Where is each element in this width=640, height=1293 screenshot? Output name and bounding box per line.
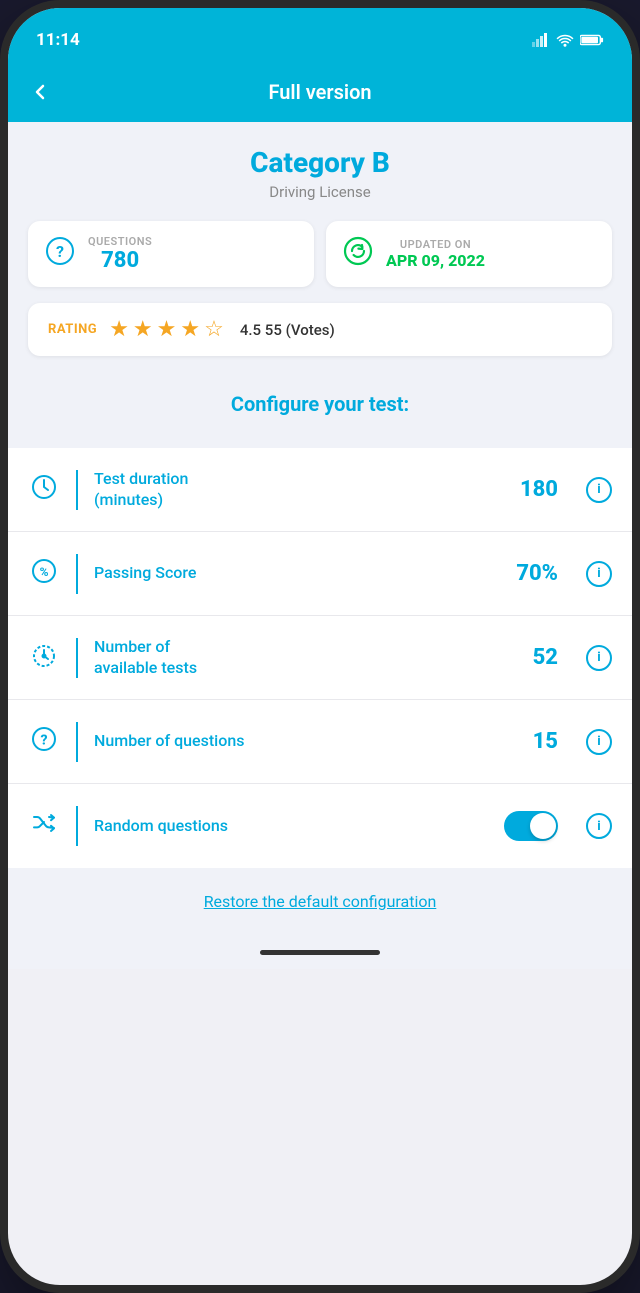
restore-section: Restore the default configuration <box>8 868 632 935</box>
test-duration-item: Test duration(minutes) 180 i <box>8 448 632 532</box>
star-1: ★ <box>109 317 129 342</box>
updated-card: UPDATED ON APR 09, 2022 <box>326 221 612 287</box>
category-title: Category B <box>28 146 612 179</box>
home-bar <box>260 950 380 955</box>
timer-icon <box>28 641 60 675</box>
random-questions-info-button[interactable]: i <box>586 813 612 839</box>
rating-card: RATING ★ ★ ★ ★ ☆ 4.5 55 (Votes) <box>28 303 612 356</box>
question-circle-icon: ? <box>44 235 76 273</box>
svg-text:?: ? <box>56 242 64 261</box>
category-subtitle: Driving License <box>28 183 612 201</box>
passing-score-value: 70% <box>516 561 558 586</box>
test-duration-info-button[interactable]: i <box>586 477 612 503</box>
app-header: Full version <box>8 62 632 122</box>
passing-score-info-button[interactable]: i <box>586 561 612 587</box>
num-questions-info-button[interactable]: i <box>586 729 612 755</box>
rating-label: RATING <box>48 322 97 337</box>
status-bar: 11:14 <box>8 8 632 62</box>
updated-value: APR 09, 2022 <box>386 251 485 270</box>
restore-link[interactable]: Restore the default configuration <box>204 892 437 911</box>
questions-card: ? QUESTIONS 780 <box>28 221 314 287</box>
questions-value: 780 <box>88 248 152 273</box>
wifi-icon <box>556 33 574 47</box>
svg-text:%: % <box>40 565 49 579</box>
star-2: ★ <box>133 317 153 342</box>
available-tests-label: Number ofavailable tests <box>94 637 517 679</box>
passing-score-item: % Passing Score 70% i <box>8 532 632 616</box>
num-questions-label: Number of questions <box>94 731 517 752</box>
rating-score: 4.5 55 (Votes) <box>240 321 335 339</box>
phone-frame: 11:14 Fu <box>0 0 640 1293</box>
main-content: Category B Driving License ? QUESTIONS 7… <box>8 122 632 969</box>
info-cards: ? QUESTIONS 780 <box>28 221 612 287</box>
svg-text:?: ? <box>40 732 47 748</box>
shuffle-icon <box>28 809 60 843</box>
battery-icon <box>580 33 604 47</box>
clock-icon <box>28 473 60 507</box>
header-title: Full version <box>268 80 371 104</box>
status-time: 11:14 <box>36 30 80 50</box>
status-icons <box>532 33 604 47</box>
random-questions-label: Random questions <box>94 816 488 837</box>
updated-label: UPDATED ON <box>386 238 485 251</box>
random-questions-toggle[interactable] <box>504 811 558 841</box>
hero-section: Category B Driving License ? QUESTIONS 7… <box>8 122 632 440</box>
available-tests-value: 52 <box>533 645 558 670</box>
signal-icon <box>532 33 550 47</box>
num-questions-item: ? Number of questions 15 i <box>8 700 632 784</box>
back-button[interactable] <box>28 80 52 104</box>
stars-display: ★ ★ ★ ★ ☆ <box>109 317 224 342</box>
random-questions-toggle-wrapper <box>504 811 558 841</box>
test-duration-label: Test duration(minutes) <box>94 469 504 511</box>
star-4: ★ <box>180 317 200 342</box>
home-indicator <box>8 935 632 969</box>
star-3: ★ <box>157 317 177 342</box>
settings-list: Test duration(minutes) 180 i % Passing S… <box>8 448 632 868</box>
available-tests-info-button[interactable]: i <box>586 645 612 671</box>
test-duration-value: 180 <box>520 477 558 502</box>
configure-title: Configure your test: <box>28 376 612 424</box>
available-tests-item: Number ofavailable tests 52 i <box>8 616 632 700</box>
questions-label: QUESTIONS <box>88 235 152 248</box>
random-questions-item: Random questions i <box>8 784 632 868</box>
num-questions-value: 15 <box>533 729 558 754</box>
passing-score-label: Passing Score <box>94 563 500 584</box>
star-5: ☆ <box>204 317 224 342</box>
question-icon: ? <box>28 725 60 759</box>
percent-icon: % <box>28 557 60 591</box>
refresh-icon <box>342 235 374 273</box>
